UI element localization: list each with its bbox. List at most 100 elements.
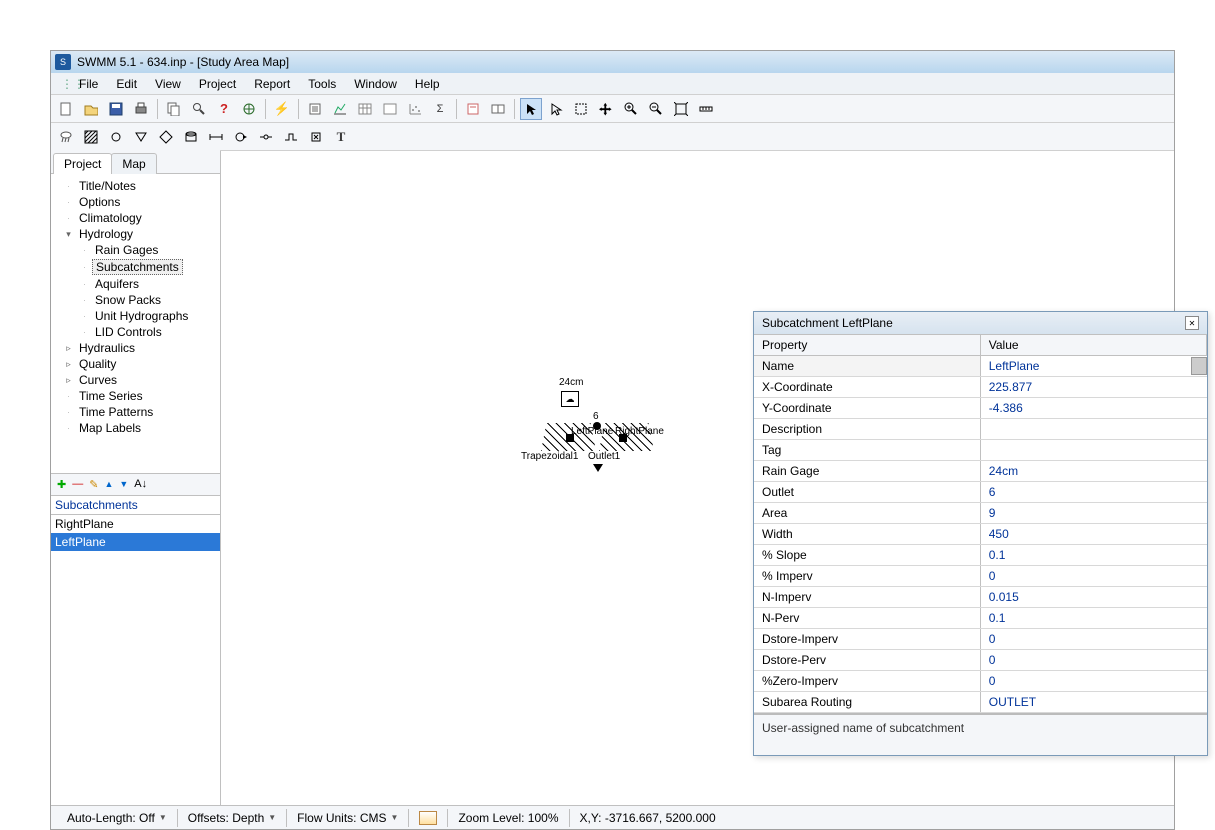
label-tool-icon[interactable]: T bbox=[330, 126, 352, 148]
property-value[interactable]: 0 bbox=[980, 650, 1206, 671]
tree-item[interactable]: ·Snow Packs bbox=[53, 292, 218, 308]
report-status-icon[interactable] bbox=[304, 98, 326, 120]
tree-item[interactable]: ·Aquifers bbox=[53, 276, 218, 292]
list-item[interactable]: RightPlane bbox=[51, 515, 220, 533]
property-value[interactable]: LeftPlane bbox=[980, 356, 1206, 377]
add-icon[interactable]: ✚ bbox=[57, 478, 66, 491]
property-value[interactable]: 9 bbox=[980, 503, 1206, 524]
edit-icon[interactable]: ✎ bbox=[89, 478, 98, 491]
scrollbar-thumb[interactable] bbox=[1191, 357, 1207, 375]
up-icon[interactable]: ▲ bbox=[104, 479, 113, 489]
tab-map[interactable]: Map bbox=[111, 153, 156, 174]
property-value[interactable]: 6 bbox=[980, 482, 1206, 503]
menu-window[interactable]: Window bbox=[346, 75, 405, 93]
property-value[interactable]: 0.1 bbox=[980, 545, 1206, 566]
scatter-icon[interactable] bbox=[404, 98, 426, 120]
window-title: SWMM 5.1 - 634.inp - [Study Area Map] bbox=[77, 55, 289, 69]
close-icon[interactable]: ✕ bbox=[1185, 316, 1199, 330]
storage-tool-icon[interactable] bbox=[180, 126, 202, 148]
property-value[interactable] bbox=[980, 419, 1206, 440]
outfall-tool-icon[interactable] bbox=[130, 126, 152, 148]
pan-icon[interactable] bbox=[595, 98, 617, 120]
find-icon[interactable] bbox=[188, 98, 210, 120]
menu-tools[interactable]: Tools bbox=[300, 75, 344, 93]
profile-icon[interactable] bbox=[379, 98, 401, 120]
tree-item[interactable]: ·Title/Notes bbox=[53, 178, 218, 194]
menu-help[interactable]: Help bbox=[407, 75, 448, 93]
property-value[interactable]: 0 bbox=[980, 671, 1206, 692]
overview-icon[interactable] bbox=[238, 98, 260, 120]
full-extent-icon[interactable] bbox=[670, 98, 692, 120]
measure-icon[interactable] bbox=[695, 98, 717, 120]
property-value[interactable]: 0.015 bbox=[980, 587, 1206, 608]
property-value[interactable]: 24cm bbox=[980, 461, 1206, 482]
property-value[interactable]: 225.877 bbox=[980, 377, 1206, 398]
menu-edit[interactable]: Edit bbox=[108, 75, 145, 93]
property-value[interactable]: 450 bbox=[980, 524, 1206, 545]
menu-view[interactable]: View bbox=[147, 75, 189, 93]
tree-item[interactable]: ▹Quality bbox=[53, 356, 218, 372]
status-auto-length[interactable]: Auto-Length: Off▼ bbox=[57, 809, 178, 827]
open-icon[interactable] bbox=[80, 98, 102, 120]
raingage-tool-icon[interactable] bbox=[55, 126, 77, 148]
property-value[interactable]: -4.386 bbox=[980, 398, 1206, 419]
status-flow-units[interactable]: Flow Units: CMS▼ bbox=[287, 809, 409, 827]
status-offsets[interactable]: Offsets: Depth▼ bbox=[178, 809, 287, 827]
property-value[interactable]: 0 bbox=[980, 629, 1206, 650]
tree-item[interactable]: ·Options bbox=[53, 194, 218, 210]
object-list[interactable]: RightPlaneLeftPlane bbox=[51, 514, 220, 806]
list-item[interactable]: LeftPlane bbox=[51, 533, 220, 551]
tree-item[interactable]: ▹Hydraulics bbox=[53, 340, 218, 356]
down-icon[interactable]: ▼ bbox=[119, 479, 128, 489]
property-value[interactable]: 0 bbox=[980, 566, 1206, 587]
copy-icon[interactable] bbox=[163, 98, 185, 120]
tree-item[interactable]: ·Unit Hydrographs bbox=[53, 308, 218, 324]
tree-item[interactable]: ·Rain Gages bbox=[53, 242, 218, 258]
divider-tool-icon[interactable] bbox=[155, 126, 177, 148]
run-icon[interactable]: ⚡ bbox=[271, 98, 293, 120]
tree-item[interactable]: ·Subcatchments bbox=[53, 258, 218, 276]
save-icon[interactable] bbox=[105, 98, 127, 120]
new-icon[interactable] bbox=[55, 98, 77, 120]
property-value[interactable]: OUTLET bbox=[980, 692, 1206, 713]
legends-icon[interactable] bbox=[487, 98, 509, 120]
tree-item[interactable]: ▹Curves bbox=[53, 372, 218, 388]
tab-project[interactable]: Project bbox=[53, 153, 112, 174]
property-value[interactable] bbox=[980, 440, 1206, 461]
tree-item[interactable]: ·Time Patterns bbox=[53, 404, 218, 420]
select-arrow-icon[interactable] bbox=[520, 98, 542, 120]
menu-report[interactable]: Report bbox=[246, 75, 298, 93]
query-icon[interactable]: ? bbox=[213, 98, 235, 120]
tree-item[interactable]: ·Map Labels bbox=[53, 420, 218, 436]
junction-tool-icon[interactable] bbox=[105, 126, 127, 148]
project-tree[interactable]: ·Title/Notes·Options·Climatology▾Hydrolo… bbox=[51, 174, 220, 473]
tree-item[interactable]: ·Climatology bbox=[53, 210, 218, 226]
tree-item[interactable]: ▾Hydrology bbox=[53, 226, 218, 242]
zoom-out-icon[interactable] bbox=[645, 98, 667, 120]
raingage-icon[interactable]: ☁ bbox=[561, 391, 579, 407]
pump-tool-icon[interactable] bbox=[230, 126, 252, 148]
orifice-tool-icon[interactable] bbox=[255, 126, 277, 148]
property-name: Width bbox=[754, 524, 980, 545]
subcatchment-tool-icon[interactable] bbox=[80, 126, 102, 148]
stats-icon[interactable]: Σ bbox=[429, 98, 451, 120]
zoom-in-icon[interactable] bbox=[620, 98, 642, 120]
property-name: X-Coordinate bbox=[754, 377, 980, 398]
menu-project[interactable]: Project bbox=[191, 75, 244, 93]
options-icon[interactable] bbox=[462, 98, 484, 120]
sort-icon[interactable]: A↓ bbox=[134, 478, 147, 490]
property-value[interactable]: 0.1 bbox=[980, 608, 1206, 629]
delete-icon[interactable]: — bbox=[72, 478, 83, 490]
table-icon[interactable] bbox=[354, 98, 376, 120]
conduit-tool-icon[interactable] bbox=[205, 126, 227, 148]
weir-tool-icon[interactable] bbox=[280, 126, 302, 148]
tree-item[interactable]: ·LID Controls bbox=[53, 324, 218, 340]
outlet-tool-icon[interactable] bbox=[305, 126, 327, 148]
outfall-node[interactable] bbox=[593, 464, 603, 472]
select-region-icon[interactable] bbox=[570, 98, 592, 120]
tree-item[interactable]: ·Time Series bbox=[53, 388, 218, 404]
menu-file[interactable]: File bbox=[71, 75, 106, 93]
print-icon[interactable] bbox=[130, 98, 152, 120]
graph-icon[interactable] bbox=[329, 98, 351, 120]
vertex-select-icon[interactable] bbox=[545, 98, 567, 120]
